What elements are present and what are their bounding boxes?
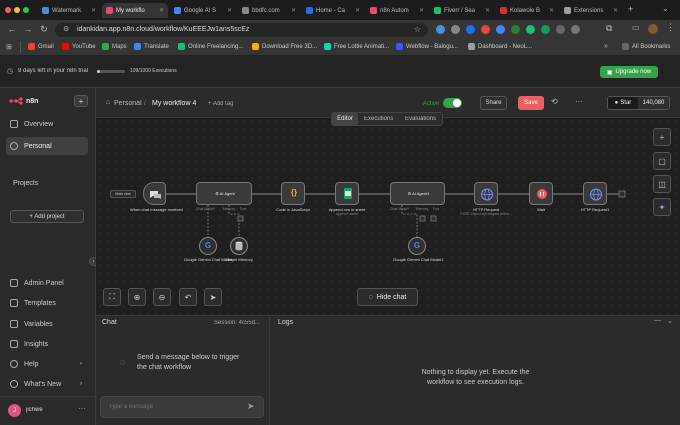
node-chat-trigger[interactable] [143, 182, 166, 205]
chat-session-id[interactable]: Session: 4c55d... [214, 320, 260, 326]
plus-icon: + [659, 132, 665, 142]
google-icon: G [413, 241, 421, 250]
add-next-node-plus[interactable] [618, 190, 626, 198]
select-tool-button[interactable]: ➤ [204, 288, 222, 306]
node-http-request[interactable] [474, 182, 498, 205]
fit-view-button[interactable]: ⛶ [103, 288, 121, 306]
add-node-button[interactable]: + [653, 128, 671, 146]
chat-icon: ◌ [368, 293, 373, 301]
zoom-in-button[interactable]: ⊕ [128, 288, 146, 306]
http-request-subtitle: POST: https://api.elegant.ai/em... [460, 212, 512, 216]
node-gemini-chat-model-1[interactable]: G [408, 237, 426, 255]
send-icon[interactable]: ➤ [247, 401, 255, 412]
node-http-request-1[interactable] [583, 182, 607, 205]
chat-bubbles-icon [150, 191, 161, 199]
chat-bubble-icon: ◌ [120, 357, 126, 367]
node-wait[interactable] [529, 182, 553, 205]
fit-view-icon: ⛶ [109, 292, 115, 301]
globe-icon [590, 188, 602, 201]
agent2-tool-plus[interactable] [430, 215, 437, 222]
agent2-tool-slot-label: Tool [432, 207, 440, 211]
note-icon: ▢ [658, 156, 666, 166]
http-request-1-label: HTTP Request1 [580, 207, 610, 212]
zoom-in-icon: ⊕ [133, 292, 141, 302]
agent1-tool-slot-label: Tool [239, 207, 247, 211]
ai-assistant-button[interactable]: ✦ [653, 198, 671, 216]
chat-empty-message: Send a message below to trigger the chat… [137, 354, 240, 371]
chat-trigger-label: When chat message received [130, 207, 183, 212]
chat-message-input[interactable] [100, 396, 264, 418]
zoom-out-button[interactable]: ⊖ [153, 288, 171, 306]
node-simple-memory[interactable] [230, 237, 248, 255]
gemini-chat-model-1-label: Google Gemini Chat Model1 [393, 257, 444, 262]
simple-memory-label: Simple Memory [225, 257, 253, 262]
node-ai-agent-1[interactable]: ⚙ AI Agent1 [390, 182, 445, 205]
logs-empty-message: Nothing to display yet. Execute the work… [421, 369, 530, 386]
sheets-node-subtitle: append: sheet [335, 212, 359, 216]
hide-chat-button[interactable]: ◌ Hide chat [357, 288, 418, 306]
panel-toggle-button[interactable]: ◫ [653, 175, 671, 193]
agent2-memory-plus[interactable] [419, 215, 426, 222]
node-google-sheets[interactable] [335, 182, 359, 205]
collapse-logs-icon[interactable]: — [654, 317, 661, 324]
undo-button[interactable]: ↶ [179, 288, 197, 306]
code-braces-icon: {} [290, 188, 298, 197]
google-icon: G [204, 241, 212, 250]
node-ai-agent[interactable]: ⚙ AI Agent [196, 182, 252, 205]
node-code[interactable]: {} [281, 182, 305, 205]
agent1-model-slot-label: Chat Model* [196, 207, 216, 211]
agent1-tool-plus[interactable] [237, 215, 244, 222]
wait-node-label: Wait [537, 207, 545, 212]
cursor-icon: ➤ [209, 292, 217, 302]
main-chat-badge[interactable]: Main chat [110, 190, 136, 198]
node-gemini-chat-model[interactable]: G [199, 237, 217, 255]
database-icon [235, 241, 243, 251]
sticky-note-button[interactable]: ▢ [653, 152, 671, 170]
pause-icon [537, 189, 547, 199]
google-sheets-icon [344, 188, 352, 199]
zoom-out-icon: ⊖ [158, 292, 166, 302]
code-node-label: Code in JavaScript [276, 207, 310, 212]
chevron-down-icon[interactable]: ⌄ [667, 317, 673, 325]
panel-icon: ◫ [658, 179, 666, 189]
globe-icon [481, 188, 493, 201]
undo-icon: ↶ [184, 292, 192, 302]
logs-panel-title: Logs [278, 319, 294, 326]
sparkle-icon: ✦ [658, 202, 666, 212]
chat-panel-title: Chat [102, 319, 117, 326]
agent2-model-slot-label: Chat Model* [390, 207, 410, 211]
